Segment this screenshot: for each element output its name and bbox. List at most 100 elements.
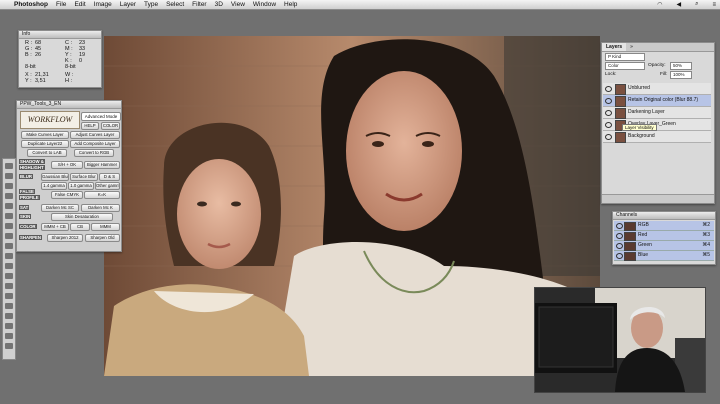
menu-3d[interactable]: 3D [215, 1, 223, 8]
menu-file[interactable]: File [56, 1, 66, 8]
make-curves-button[interactable]: Make Curves Layer [21, 131, 69, 139]
false-cmyk-button[interactable]: False CMYK [51, 191, 83, 199]
channel-row[interactable]: Green ⌘4 [614, 241, 714, 251]
menu-filter[interactable]: Filter [192, 1, 206, 8]
eye-icon[interactable] [605, 86, 612, 92]
opacity-input[interactable]: 50% [670, 62, 692, 70]
path-select-tool-icon[interactable] [5, 313, 13, 319]
menu-layer[interactable]: Layer [120, 1, 136, 8]
darken-mc-k-button[interactable]: Darken Mc K [81, 204, 120, 212]
gamma-14-button[interactable]: 1.4 gamma [41, 182, 67, 190]
eye-icon[interactable] [616, 223, 623, 229]
layer-thumbnail [615, 108, 626, 119]
darken-mc-sc-button[interactable]: Darken Mc SC [41, 204, 79, 212]
mmm-cb-button[interactable]: MMM + CB [41, 223, 69, 231]
menu-image[interactable]: Image [94, 1, 112, 8]
webcam-video-inset [534, 287, 706, 393]
hand-tool-icon[interactable] [5, 333, 13, 339]
convert-rgb-button[interactable]: Convert to RGB [74, 149, 114, 157]
layer-row-selected[interactable]: Retain Original color (Blur 88.7) [603, 95, 711, 107]
gamma-10-button[interactable]: 1.0 gamma [68, 182, 94, 190]
document-canvas[interactable] [104, 36, 600, 376]
cb-button[interactable]: CB [70, 223, 90, 231]
layer-name: Background [628, 133, 655, 139]
menu-edit[interactable]: Edit [74, 1, 85, 8]
blend-mode-select[interactable]: Color [605, 62, 645, 70]
menu-window[interactable]: Window [253, 1, 276, 8]
eraser-tool-icon[interactable] [5, 263, 13, 269]
lasso-tool-icon[interactable] [5, 183, 13, 189]
eye-icon[interactable] [616, 243, 623, 249]
sharpen-old-button[interactable]: Sharpen Old [85, 234, 120, 242]
menu-help[interactable]: Help [284, 1, 297, 8]
eyedropper-tool-icon[interactable] [5, 213, 13, 219]
tab-layers[interactable]: Layers [602, 43, 627, 51]
move-tool-icon[interactable] [5, 163, 13, 169]
healing-tool-icon[interactable] [5, 223, 13, 229]
k-equals-k-button[interactable]: K=K [84, 191, 120, 199]
layer-row[interactable]: Background [603, 131, 711, 143]
help-button[interactable]: HELP [81, 122, 99, 130]
eye-icon[interactable] [605, 98, 612, 104]
quick-select-tool-icon[interactable] [5, 193, 13, 199]
menu-type[interactable]: Type [144, 1, 158, 8]
info-h-label: H : [65, 78, 73, 84]
menu-select[interactable]: Select [166, 1, 184, 8]
sharpen-2012-button[interactable]: Sharpen 2012 [47, 234, 83, 242]
info-k-value: 0 [79, 58, 83, 64]
clone-tool-icon[interactable] [5, 243, 13, 249]
pen-tool-icon[interactable] [5, 293, 13, 299]
wifi-icon[interactable]: ◠ [657, 1, 662, 8]
eye-icon[interactable] [605, 134, 612, 140]
color-button[interactable]: COLOR [101, 122, 120, 130]
search-icon[interactable]: ⌕ [695, 1, 698, 8]
kind-filter[interactable]: P Kind [605, 53, 645, 61]
toolbox [2, 158, 16, 360]
brush-tool-icon[interactable] [5, 233, 13, 239]
dodge-tool-icon[interactable] [5, 283, 13, 289]
ppw-panel-title[interactable]: PPW_Tools_3_EN [17, 101, 121, 109]
eye-icon[interactable] [605, 110, 612, 116]
gaussian-blur-button[interactable]: Gaussian Blur [41, 173, 69, 181]
eye-icon[interactable] [616, 233, 623, 239]
menu-app[interactable]: Photoshop [14, 1, 48, 8]
zoom-tool-icon[interactable] [5, 343, 13, 349]
sh-ok-button[interactable]: S/H + OK [51, 161, 83, 169]
d-and-s-button[interactable]: D & S [99, 173, 120, 181]
shape-tool-icon[interactable] [5, 323, 13, 329]
list-icon[interactable]: ≡ [712, 2, 716, 8]
convert-lab-button[interactable]: Convert to LAB [27, 149, 67, 157]
channel-row[interactable]: Blue ⌘5 [614, 251, 714, 261]
volume-icon[interactable]: ◀ [676, 1, 681, 8]
add-composite-button[interactable]: Add Composite Layer [70, 140, 120, 148]
info-panel-title[interactable]: Info [19, 31, 101, 39]
eye-icon[interactable] [605, 122, 612, 128]
menu-view[interactable]: View [231, 1, 245, 8]
fill-input[interactable]: 100% [670, 71, 692, 79]
channel-row[interactable]: Red ⌘3 [614, 231, 714, 241]
highlight-label: HIGHLIGHT [19, 165, 45, 170]
adjust-curves-button[interactable]: Adjust Curves Layer [70, 131, 120, 139]
shadow-label: SHADOW & [19, 159, 45, 164]
marquee-tool-icon[interactable] [5, 173, 13, 179]
bigger-hammer-button[interactable]: Bigger Hammer [84, 161, 120, 169]
layer-row[interactable]: Overlay Layer_Green [603, 119, 711, 131]
layer-row[interactable]: Darkening Layer [603, 107, 711, 119]
gradient-tool-icon[interactable] [5, 273, 13, 279]
duplicate-layer-button[interactable]: Duplicate Layer22 [21, 140, 69, 148]
layer-row[interactable]: Unblurred [603, 83, 711, 95]
mode-select[interactable]: Advanced Mode [81, 112, 121, 121]
mmm-button[interactable]: MMM [91, 223, 120, 231]
ppw-tools-panel: PPW_Tools_3_EN WORKFLOW Advanced Mode HE… [16, 100, 122, 252]
history-brush-tool-icon[interactable] [5, 253, 13, 259]
channel-row[interactable]: RGB ⌘2 [614, 221, 714, 231]
type-tool-icon[interactable] [5, 303, 13, 309]
lock-label: Lock: [605, 72, 617, 77]
surface-blur-button[interactable]: Surface Blur [70, 173, 98, 181]
channels-panel-title[interactable]: Channels [613, 212, 715, 220]
skin-desaturation-button[interactable]: Skin Desaturation [51, 213, 113, 221]
other-gamma-button[interactable]: Other gamma [95, 182, 120, 190]
crop-tool-icon[interactable] [5, 203, 13, 209]
eye-icon[interactable] [616, 253, 623, 259]
tab-more[interactable]: » [626, 43, 637, 51]
